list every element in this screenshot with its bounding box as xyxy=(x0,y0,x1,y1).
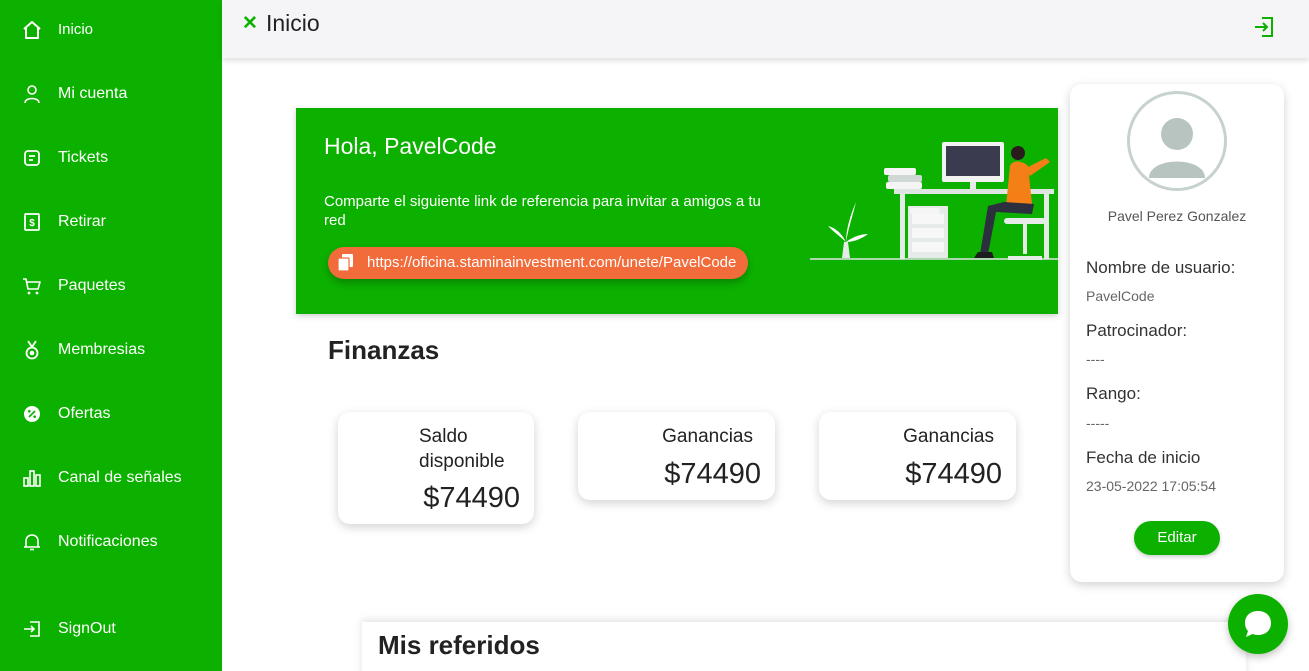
sidebar-item-label: SignOut xyxy=(58,620,116,637)
sidebar-item-retirar[interactable]: $ Retirar xyxy=(0,202,222,242)
top-bar: ✕ Inicio xyxy=(222,0,1309,58)
page-title: Inicio xyxy=(266,10,320,36)
profile-panel: Pavel Perez Gonzalez Nombre de usuario: … xyxy=(1070,84,1284,582)
share-text: Comparte el siguiente link de referencia… xyxy=(324,193,761,229)
sidebar-item-canal-de-senales[interactable]: Canal de señales xyxy=(0,458,222,498)
card-label: Ganancias xyxy=(662,426,753,447)
field-value-rank: ----- xyxy=(1086,415,1110,431)
copy-icon xyxy=(337,254,354,272)
field-label-start-date: Fecha de inicio xyxy=(1086,448,1201,467)
referrals-section: Mis referidos xyxy=(362,622,1246,671)
sidebar-item-label: Paquetes xyxy=(58,277,126,294)
avatar xyxy=(1127,91,1227,191)
referrals-title: Mis referidos xyxy=(378,630,540,660)
field-label-sponsor: Patrocinador: xyxy=(1086,321,1188,340)
welcome-banner: Hola, PavelCode Comparte el siguiente li… xyxy=(296,108,1058,314)
sidebar-item-label: Mi cuenta xyxy=(58,85,128,102)
referral-link-text: https://oficina.staminainvestment.com/un… xyxy=(367,254,737,271)
referral-link-button[interactable]: https://oficina.staminainvestment.com/un… xyxy=(328,247,748,279)
sidebar-item-paquetes[interactable]: Paquetes xyxy=(0,266,222,306)
sidebar-item-signout[interactable]: SignOut xyxy=(0,609,222,649)
sidebar-item-label: Inicio xyxy=(58,21,94,38)
card-label: Saldo disponible xyxy=(419,426,505,472)
bar-chart-icon xyxy=(22,468,42,488)
card-label: Ganancias xyxy=(903,426,994,447)
finanzas-title: Finanzas xyxy=(328,335,440,365)
svg-text:$: $ xyxy=(29,218,35,229)
sidebar: Inicio Mi cuenta Tickets $ Retirar Paque… xyxy=(0,0,222,671)
logout-icon[interactable] xyxy=(1253,16,1275,38)
workspace-illustration xyxy=(808,130,1058,265)
sidebar-item-label: Canal de señales xyxy=(58,469,182,486)
sidebar-item-notificaciones[interactable]: Notificaciones xyxy=(0,522,222,562)
sidebar-item-label: Retirar xyxy=(58,213,107,230)
home-icon xyxy=(22,20,42,40)
field-value-sponsor: ---- xyxy=(1086,351,1105,367)
sidebar-item-label: Notificaciones xyxy=(58,533,158,550)
ticket-icon xyxy=(22,148,42,168)
medal-icon xyxy=(22,340,42,360)
earnings-card: Ganancias $74490 xyxy=(819,412,1016,500)
close-icon[interactable]: ✕ xyxy=(242,12,258,35)
field-value-username: PavelCode xyxy=(1086,288,1155,304)
field-label-username: Nombre de usuario: xyxy=(1086,258,1236,277)
earnings-card: Ganancias $74490 xyxy=(578,412,775,500)
user-icon xyxy=(22,84,42,104)
field-label-rank: Rango: xyxy=(1086,384,1141,403)
discount-icon xyxy=(22,404,42,424)
card-value: $74490 xyxy=(905,458,1002,490)
sidebar-item-mi-cuenta[interactable]: Mi cuenta xyxy=(0,74,222,114)
card-value: $74490 xyxy=(664,458,761,490)
profile-name: Pavel Perez Gonzalez xyxy=(1107,208,1247,224)
chat-button[interactable] xyxy=(1228,594,1288,654)
withdraw-icon: $ xyxy=(22,212,42,232)
sidebar-item-label: Tickets xyxy=(58,149,109,166)
sidebar-item-membresias[interactable]: Membresias xyxy=(0,330,222,370)
sidebar-item-inicio[interactable]: Inicio xyxy=(0,10,222,50)
balance-card: Saldo disponible $74490 xyxy=(338,412,534,524)
bell-icon xyxy=(22,532,42,552)
signout-icon xyxy=(22,619,42,639)
cart-icon xyxy=(22,276,42,296)
field-value-start-date: 23-05-2022 17:05:54 xyxy=(1086,478,1216,494)
greeting: Hola, PavelCode xyxy=(324,133,497,159)
sidebar-item-label: Membresias xyxy=(58,341,146,358)
sidebar-item-label: Ofertas xyxy=(58,405,111,422)
card-value: $74490 xyxy=(423,482,520,514)
sidebar-item-ofertas[interactable]: Ofertas xyxy=(0,394,222,434)
edit-button[interactable]: Editar xyxy=(1134,521,1220,555)
sidebar-item-tickets[interactable]: Tickets xyxy=(0,138,222,178)
